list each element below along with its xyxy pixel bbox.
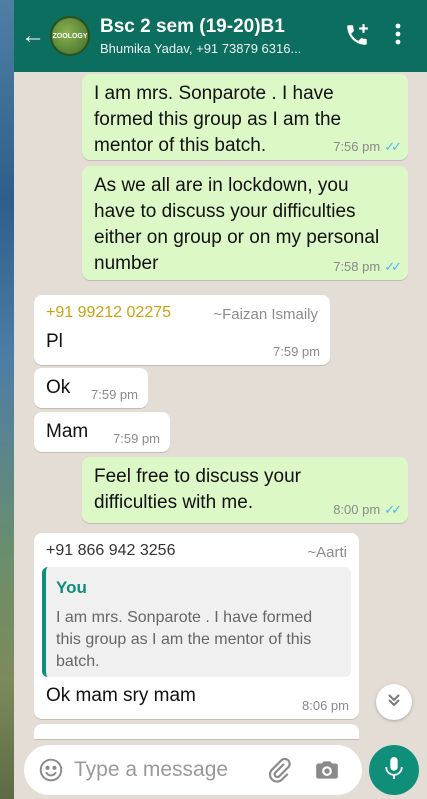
arrow-left-icon[interactable]: ← xyxy=(18,22,48,50)
message-meta: 7:58 pm ✓✓ xyxy=(333,259,402,274)
chat-header: ← ZOOLOGY Bsc 2 sem (19-20)B1 Bhumika Ya… xyxy=(14,0,427,72)
group-members: Bhumika Yadav, +91 73879 6316... xyxy=(100,41,302,56)
message-list[interactable]: I am mrs. Sonparote . I have formed this… xyxy=(14,72,427,739)
chevron-double-down-icon xyxy=(386,692,402,713)
incoming-message[interactable]: +91 99212 02275 ~Faizan Ismaily Pl 7:59 … xyxy=(34,295,330,365)
double-check-icon: ✓✓ xyxy=(384,259,402,274)
outgoing-message[interactable]: As we all are in lockdown, you have to d… xyxy=(82,166,408,280)
incoming-message[interactable]: +91 866 942 3256 ~Aarti You I am mrs. So… xyxy=(34,533,359,719)
mic-button[interactable] xyxy=(369,745,419,795)
message-time: 8:00 pm xyxy=(333,502,381,517)
group-title: Bsc 2 sem (19-20)B1 xyxy=(100,16,285,37)
sender-line: +91 866 942 3256 ~Aarti xyxy=(46,541,347,561)
outgoing-message[interactable]: Feel free to discuss your difficulties w… xyxy=(82,457,408,523)
incoming-message-partial[interactable] xyxy=(34,724,359,739)
message-time: 7:56 pm xyxy=(333,139,381,154)
add-call-icon[interactable] xyxy=(344,22,370,53)
chat-title-area[interactable]: Bsc 2 sem (19-20)B1 Bhumika Yadav, +91 7… xyxy=(100,16,335,56)
sender-name: ~Faizan Ismaily xyxy=(213,306,318,323)
quote-author: You xyxy=(56,578,87,597)
incoming-message[interactable]: Ok 7:59 pm xyxy=(34,368,148,408)
sender-name: ~Aarti xyxy=(307,544,347,561)
message-time: 8:06 pm xyxy=(302,698,349,713)
outgoing-message[interactable]: I am mrs. Sonparote . I have formed this… xyxy=(82,74,408,160)
message-composer xyxy=(24,745,362,795)
message-text: Feel free to discuss your difficulties w… xyxy=(94,466,301,513)
sender-line: +91 99212 02275 ~Faizan Ismaily xyxy=(46,303,318,323)
quote-text: I am mrs. Sonparote . I have formed this… xyxy=(56,609,313,670)
incoming-message[interactable]: Mam 7:59 pm xyxy=(34,412,170,452)
message-meta: 7:56 pm ✓✓ xyxy=(333,139,402,154)
microphone-icon xyxy=(383,755,405,786)
more-vertical-icon[interactable] xyxy=(394,22,402,51)
double-check-icon: ✓✓ xyxy=(384,502,402,517)
message-text: Ok mam sry mam xyxy=(46,685,196,706)
sender-number[interactable]: +91 99212 02275 xyxy=(46,304,171,321)
scroll-down-button[interactable] xyxy=(376,684,412,720)
quoted-message[interactable]: You I am mrs. Sonparote . I have formed … xyxy=(42,567,351,677)
message-time: 7:58 pm xyxy=(333,259,381,274)
whatsapp-chat-screen: ← ZOOLOGY Bsc 2 sem (19-20)B1 Bhumika Ya… xyxy=(14,0,427,799)
message-time: 7:59 pm xyxy=(91,387,138,402)
emoji-icon[interactable] xyxy=(38,757,64,783)
message-input[interactable] xyxy=(74,758,254,782)
paperclip-icon[interactable] xyxy=(266,757,292,783)
camera-icon[interactable] xyxy=(314,757,340,783)
avatar-label: ZOOLOGY xyxy=(52,32,88,40)
message-time: 7:59 pm xyxy=(273,344,320,359)
message-meta: 8:00 pm ✓✓ xyxy=(333,502,402,517)
message-time: 7:59 pm xyxy=(113,431,160,446)
group-avatar[interactable]: ZOOLOGY xyxy=(50,16,90,56)
double-check-icon: ✓✓ xyxy=(384,139,402,154)
background-photo-strip xyxy=(0,0,14,799)
sender-number[interactable]: +91 866 942 3256 xyxy=(46,542,175,559)
